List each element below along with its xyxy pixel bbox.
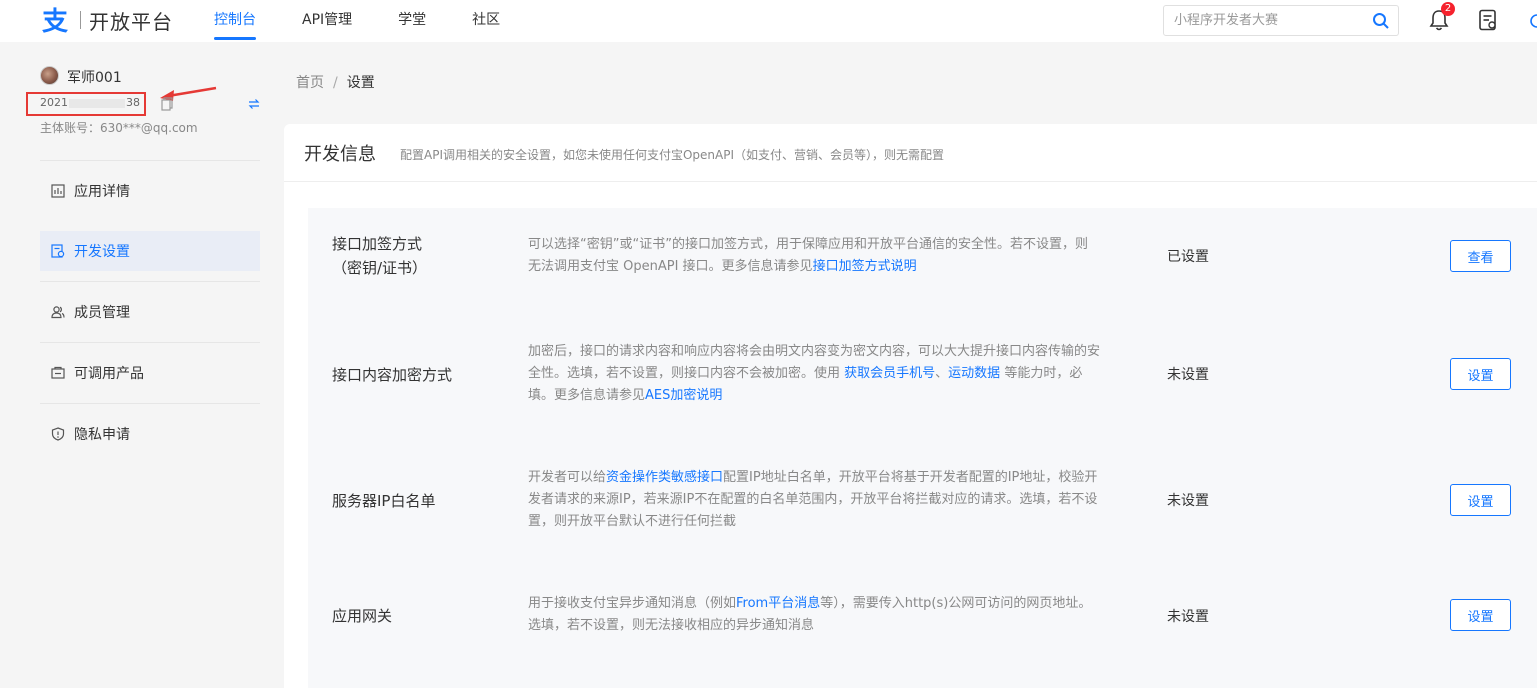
- app-id: 2021 38: [40, 96, 140, 109]
- setup-button[interactable]: 设置: [1450, 358, 1511, 390]
- sidebar-item-products[interactable]: 可调用产品: [40, 342, 260, 403]
- dev-info-panel: 开发信息 配置API调用相关的安全设置，如您未使用任何支付宝OpenAPI（如支…: [284, 124, 1537, 688]
- alipay-logo-icon: 支: [38, 4, 74, 36]
- nav-community[interactable]: 社区: [472, 0, 500, 42]
- nav-console[interactable]: 控制台: [214, 0, 256, 42]
- aes-doc-link[interactable]: AES加密说明: [645, 388, 722, 403]
- sidebar-item-label: 隐私申请: [74, 427, 130, 443]
- main-nav: 控制台 API管理 学堂 社区: [214, 0, 546, 42]
- view-button[interactable]: 查看: [1450, 240, 1511, 272]
- help-icon[interactable]: [1529, 14, 1537, 28]
- switch-app-icon[interactable]: [248, 98, 260, 110]
- breadcrumb-separator: /: [333, 75, 338, 91]
- signing-doc-link[interactable]: 接口加签方式说明: [813, 259, 917, 274]
- sidebar-item-dev-settings[interactable]: 开发设置: [40, 231, 260, 271]
- sidebar-item-label: 可调用产品: [74, 366, 144, 382]
- desc-text: 用于接收支付宝异步通知消息（例如: [528, 596, 737, 611]
- row-description: 用于接收支付宝异步通知消息（例如From平台消息等），需要传入http(s)公网…: [528, 593, 1100, 637]
- sidebar-item-label: 开发设置: [74, 244, 130, 260]
- search-icon[interactable]: [1372, 12, 1390, 30]
- users-icon: [51, 306, 65, 319]
- nav-academy[interactable]: 学堂: [398, 0, 426, 42]
- sidebar: 军师001 2021 38 主体账号：630***@qq.com 应用详情 开发…: [0, 42, 284, 688]
- panel-title: 开发信息: [304, 143, 376, 165]
- notification-badge: 2: [1441, 2, 1455, 16]
- svg-text:支: 支: [42, 7, 68, 35]
- status-text: 未设置: [1167, 493, 1209, 509]
- top-navigation-bar: 支 开放平台 控制台 API管理 学堂 社区 2: [0, 0, 1537, 42]
- row-description: 加密后，接口的请求内容和响应内容将会由明文内容变为密文内容，可以大大提升接口内容…: [528, 341, 1100, 407]
- app-id-prefix: 2021: [40, 96, 68, 109]
- search-box: [1163, 5, 1399, 36]
- logo-divider: [80, 11, 81, 29]
- row-name-line1: 接口加签方式: [332, 235, 423, 253]
- settings-row-signing: 接口加签方式 （密钥/证书） 可以选择“密钥”或“证书”的接口加签方式，用于保障…: [308, 208, 1537, 324]
- shield-icon: [51, 427, 65, 441]
- settings-doc-icon: [51, 244, 65, 258]
- breadcrumb-home[interactable]: 首页: [296, 75, 324, 91]
- app-id-suffix: 38: [126, 96, 140, 109]
- setup-button[interactable]: 设置: [1450, 484, 1511, 516]
- breadcrumb: 首页 / 设置: [296, 72, 375, 92]
- status-text: 未设置: [1167, 609, 1209, 625]
- app-id-redacted: [69, 98, 125, 108]
- status-text: 未设置: [1167, 367, 1209, 383]
- sidebar-item-privacy[interactable]: 隐私申请: [40, 403, 260, 464]
- copy-icon[interactable]: [161, 97, 173, 111]
- chart-icon: [51, 184, 65, 198]
- sidebar-item-label: 成员管理: [74, 305, 130, 321]
- desc-text: 可以选择“密钥”或“证书”的接口加签方式，用于保障应用和开放平台通信的安全性。若…: [528, 237, 1088, 274]
- document-icon[interactable]: [1478, 9, 1498, 31]
- row-name: 服务器IP白名单: [332, 492, 436, 510]
- product-icon: [51, 366, 65, 379]
- desc-text: 开发者可以给: [528, 470, 607, 485]
- sidebar-item-app-details[interactable]: 应用详情: [40, 160, 260, 221]
- sidebar-item-label: 应用详情: [74, 184, 130, 200]
- sidebar-menu: 应用详情 开发设置 成员管理 可调用产品 隐私申请: [40, 160, 260, 464]
- member-phone-link[interactable]: 获取会员手机号: [844, 366, 935, 381]
- breadcrumb-current: 设置: [346, 75, 375, 91]
- avatar[interactable]: [40, 66, 59, 85]
- status-text: 已设置: [1167, 249, 1209, 265]
- platform-name: 开放平台: [89, 9, 173, 34]
- from-platform-link[interactable]: From平台消息: [736, 596, 820, 611]
- panel-description: 配置API调用相关的安全设置，如您未使用任何支付宝OpenAPI（如支付、营销、…: [400, 148, 945, 162]
- row-name-line2: （密钥/证书）: [332, 259, 428, 277]
- owner-account: 主体账号：630***@qq.com: [40, 121, 198, 135]
- setup-button[interactable]: 设置: [1450, 599, 1511, 631]
- sidebar-item-members[interactable]: 成员管理: [40, 281, 260, 342]
- nav-api-management[interactable]: API管理: [302, 0, 352, 42]
- user-name: 军师001: [67, 70, 122, 86]
- settings-list: 接口加签方式 （密钥/证书） 可以选择“密钥”或“证书”的接口加签方式，用于保障…: [308, 208, 1537, 688]
- sensitive-api-link[interactable]: 资金操作类敏感接口: [606, 470, 723, 485]
- row-name: 接口内容加密方式: [332, 366, 453, 384]
- row-name: 应用网关: [332, 607, 393, 625]
- alipay-logo[interactable]: 支 开放平台: [38, 4, 173, 36]
- settings-row-encryption: 接口内容加密方式 加密后，接口的请求内容和响应内容将会由明文内容变为密文内容，可…: [308, 324, 1537, 444]
- panel-header: 开发信息 配置API调用相关的安全设置，如您未使用任何支付宝OpenAPI（如支…: [284, 124, 1537, 182]
- sports-data-link[interactable]: 运动数据: [948, 366, 1000, 381]
- row-name: 接口加签方式 （密钥/证书）: [332, 232, 427, 280]
- desc-text: 、: [935, 366, 949, 381]
- search-input[interactable]: [1174, 6, 1364, 35]
- row-description: 可以选择“密钥”或“证书”的接口加签方式，用于保障应用和开放平台通信的安全性。若…: [528, 234, 1100, 278]
- row-description: 开发者可以给资金操作类敏感接口配置IP地址白名单，开放平台将基于开发者配置的IP…: [528, 467, 1100, 533]
- settings-row-ip-whitelist: 服务器IP白名单 开发者可以给资金操作类敏感接口配置IP地址白名单，开放平台将基…: [308, 444, 1537, 572]
- settings-row-gateway: 应用网关 用于接收支付宝异步通知消息（例如From平台消息等），需要传入http…: [308, 572, 1537, 688]
